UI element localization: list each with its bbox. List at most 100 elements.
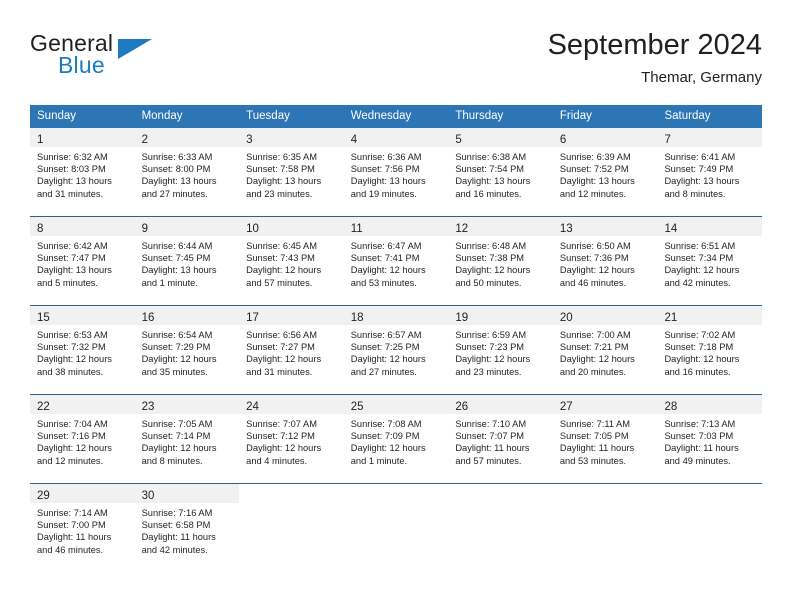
calendar-week-row: 22 Sunrise: 7:04 AM Sunset: 7:16 PM Dayligh…: [30, 395, 763, 484]
sunrise-text: Sunrise: 6:54 AM: [141, 330, 213, 340]
sunset-text: Sunset: 7:54 PM: [455, 164, 525, 175]
sunrise-text: Sunrise: 6:32 AM: [37, 152, 108, 162]
day-sun-info: Sunrise: 6:44 AM Sunset: 7:45 PM Daylight:…: [135, 236, 240, 289]
calendar-day-cell[interactable]: 2 Sunrise: 6:33 AM Sunset: 8:00 PM Daylight…: [134, 128, 240, 216]
daylight-text-line1: Daylight: 12 hours: [664, 354, 740, 365]
calendar-day-cell[interactable]: 16 Sunrise: 6:54 AM Sunset: 7:29 PM Dayligh…: [134, 306, 240, 394]
calendar-day-cell[interactable]: 15 Sunrise: 6:53 AM Sunset: 7:32 PM Dayligh…: [30, 306, 135, 394]
calendar-day-cell[interactable]: 24 Sunrise: 7:07 AM Sunset: 7:12 PM Dayligh…: [239, 395, 344, 483]
day-number-band: 12: [448, 217, 553, 236]
day-number-band: 19: [448, 306, 553, 325]
calendar-day-cell[interactable]: 1 Sunrise: 6:32 AM Sunset: 8:03 PM Daylight…: [30, 128, 135, 216]
sunset-text: Sunset: 7:47 PM: [37, 253, 106, 264]
calendar-day-cell[interactable]: 9 Sunrise: 6:44 AM Sunset: 7:45 PM Daylight…: [134, 217, 240, 305]
day-number-band: [343, 484, 449, 503]
day-sun-info: Sunrise: 6:33 AM Sunset: 8:00 PM Daylight:…: [135, 147, 240, 200]
sunrise-text: Sunrise: 7:08 AM: [350, 419, 422, 429]
calendar-day-cell[interactable]: 7 Sunrise: 6:41 AM Sunset: 7:49 PM Daylight…: [657, 128, 763, 216]
calendar-day-cell[interactable]: 28 Sunrise: 7:13 AM Sunset: 7:03 PM Dayligh…: [657, 395, 763, 483]
title-block: September 2024 Themar, Germany: [548, 28, 762, 88]
weekday-header-thursday: Thursday: [455, 110, 504, 122]
daylight-text-line2: and 16 minutes.: [455, 188, 522, 199]
calendar-day-cell[interactable]: 26 Sunrise: 7:10 AM Sunset: 7:07 PM Dayligh…: [448, 395, 553, 483]
daylight-text-line1: Daylight: 13 hours: [141, 265, 217, 276]
blue-triangle-flag-icon: [118, 39, 152, 59]
sunset-text: Sunset: 7:16 PM: [37, 431, 106, 442]
day-sun-info: Sunrise: 6:47 AM Sunset: 7:41 PM Daylight:…: [344, 236, 449, 289]
calendar-day-cell[interactable]: 29 Sunrise: 7:14 AM Sunset: 7:00 PM Dayligh…: [30, 484, 135, 572]
sunrise-text: Sunrise: 7:11 AM: [559, 419, 630, 429]
daylight-text-line1: Daylight: 11 hours: [37, 532, 112, 543]
day-sun-info: Sunrise: 7:13 AM Sunset: 7:03 PM Daylight:…: [657, 414, 762, 467]
sunrise-text: Sunrise: 7:14 AM: [37, 508, 108, 518]
calendar-day-cell[interactable]: 17 Sunrise: 6:56 AM Sunset: 7:27 PM Dayligh…: [239, 306, 344, 394]
calendar-day-cell[interactable]: 10 Sunrise: 6:45 AM Sunset: 7:43 PM Dayligh…: [239, 217, 344, 305]
day-number-band: 5: [448, 128, 553, 147]
sunset-text: Sunset: 7:34 PM: [664, 253, 734, 264]
day-number-band: 13: [552, 217, 658, 236]
sunrise-text: Sunrise: 6:51 AM: [664, 241, 736, 251]
page-title: September 2024: [547, 29, 762, 61]
calendar-day-cell[interactable]: 13 Sunrise: 6:50 AM Sunset: 7:36 PM Dayligh…: [552, 217, 658, 305]
day-number-band: [448, 484, 553, 503]
daylight-text-line2: and 35 minutes.: [141, 366, 208, 377]
daylight-text-line1: Daylight: 13 hours: [664, 176, 740, 187]
day-number: 11: [350, 223, 363, 235]
calendar-day-cell[interactable]: 5 Sunrise: 6:38 AM Sunset: 7:54 PM Daylight…: [448, 128, 553, 216]
calendar-day-cell[interactable]: 14 Sunrise: 6:51 AM Sunset: 7:34 PM Dayligh…: [657, 217, 763, 305]
calendar-day-cell-empty: [657, 484, 763, 572]
day-sun-info: Sunrise: 6:56 AM Sunset: 7:27 PM Daylight:…: [239, 325, 344, 378]
daylight-text-line2: and 46 minutes.: [37, 544, 104, 555]
calendar-day-cell[interactable]: 22 Sunrise: 7:04 AM Sunset: 7:16 PM Dayligh…: [30, 395, 135, 483]
day-number: 24: [246, 401, 259, 413]
sunrise-text: Sunrise: 6:53 AM: [37, 330, 108, 340]
sunrise-text: Sunrise: 6:47 AM: [350, 241, 422, 251]
calendar-day-cell[interactable]: 25 Sunrise: 7:08 AM Sunset: 7:09 PM Dayligh…: [343, 395, 449, 483]
daylight-text-line1: Daylight: 12 hours: [246, 265, 322, 276]
day-number-band: 28: [657, 395, 763, 414]
daylight-text-line2: and 57 minutes.: [246, 277, 313, 288]
daylight-text-line2: and 27 minutes.: [350, 366, 417, 377]
calendar-day-cell[interactable]: 23 Sunrise: 7:05 AM Sunset: 7:14 PM Dayligh…: [134, 395, 240, 483]
sunrise-text: Sunrise: 7:16 AM: [141, 508, 213, 518]
calendar-week-row: 1 Sunrise: 6:32 AM Sunset: 8:03 PM Daylight…: [30, 128, 763, 217]
generalblue-logo[interactable]: General Blue: [30, 30, 180, 86]
day-number-band: 16: [134, 306, 240, 325]
weekday-header-tuesday: Tuesday: [246, 110, 290, 122]
calendar-day-cell[interactable]: 12 Sunrise: 6:48 AM Sunset: 7:38 PM Dayligh…: [448, 217, 553, 305]
calendar-day-cell[interactable]: 8 Sunrise: 6:42 AM Sunset: 7:47 PM Daylight…: [30, 217, 135, 305]
day-number: 21: [664, 312, 678, 324]
day-number: 29: [37, 490, 50, 502]
day-number-band: 22: [30, 395, 135, 414]
daylight-text-line1: Daylight: 12 hours: [559, 265, 635, 276]
daylight-text-line2: and 23 minutes.: [455, 366, 522, 377]
daylight-text-line2: and 50 minutes.: [455, 277, 522, 288]
daylight-text-line2: and 27 minutes.: [141, 188, 208, 199]
day-number: 17: [246, 312, 259, 324]
day-number: 3: [246, 134, 253, 146]
calendar-day-cell[interactable]: 30 Sunrise: 7:16 AM Sunset: 6:58 PM Dayligh…: [134, 484, 240, 572]
daylight-text-line1: Daylight: 11 hours: [455, 443, 530, 454]
day-number: 2: [141, 134, 148, 146]
sunset-text: Sunset: 7:36 PM: [559, 253, 629, 264]
calendar-day-cell-empty: [239, 484, 344, 572]
sunset-text: Sunset: 8:03 PM: [37, 164, 106, 175]
calendar-grid: Sunday Monday Tuesday Wednesday Thursday…: [30, 105, 763, 572]
calendar-day-cell[interactable]: 27 Sunrise: 7:11 AM Sunset: 7:05 PM Dayligh…: [552, 395, 658, 483]
daylight-text-line2: and 1 minute.: [350, 455, 408, 466]
calendar-day-cell[interactable]: 3 Sunrise: 6:35 AM Sunset: 7:58 PM Daylight…: [239, 128, 344, 216]
calendar-day-cell[interactable]: 20 Sunrise: 7:00 AM Sunset: 7:21 PM Dayligh…: [552, 306, 658, 394]
sunset-text: Sunset: 7:12 PM: [246, 431, 315, 442]
sunrise-text: Sunrise: 6:41 AM: [664, 152, 736, 162]
sunrise-text: Sunrise: 6:56 AM: [246, 330, 317, 340]
calendar-day-cell[interactable]: 18 Sunrise: 6:57 AM Sunset: 7:25 PM Dayligh…: [343, 306, 449, 394]
calendar-day-cell[interactable]: 11 Sunrise: 6:47 AM Sunset: 7:41 PM Dayligh…: [343, 217, 449, 305]
calendar-day-cell[interactable]: 19 Sunrise: 6:59 AM Sunset: 7:23 PM Dayligh…: [448, 306, 553, 394]
weekday-header-sunday: Sunday: [37, 110, 77, 122]
calendar-day-cell[interactable]: 21 Sunrise: 7:02 AM Sunset: 7:18 PM Dayligh…: [657, 306, 763, 394]
calendar-day-cell[interactable]: 6 Sunrise: 6:39 AM Sunset: 7:52 PM Daylight…: [552, 128, 658, 216]
sunrise-text: Sunrise: 6:39 AM: [559, 152, 631, 162]
sunset-text: Sunset: 7:52 PM: [559, 164, 629, 175]
day-number: 28: [664, 401, 678, 413]
calendar-day-cell[interactable]: 4 Sunrise: 6:36 AM Sunset: 7:56 PM Daylight…: [343, 128, 449, 216]
